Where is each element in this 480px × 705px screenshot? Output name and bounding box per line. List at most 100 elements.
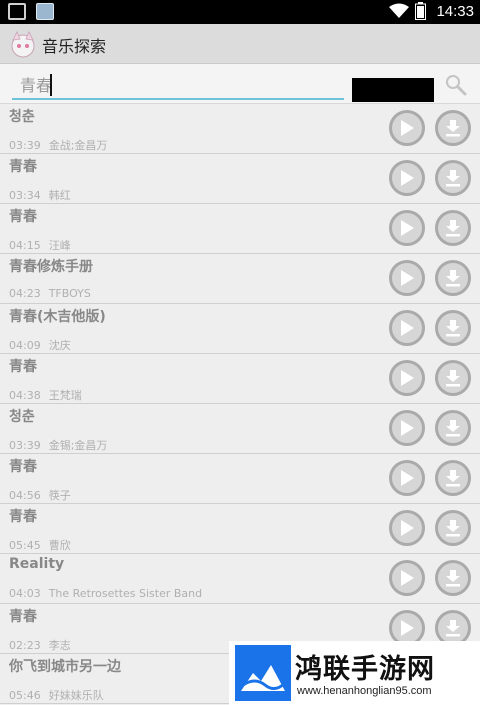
download-button[interactable] — [435, 110, 471, 146]
song-row[interactable]: 青春 05:45 曹欣 — [0, 504, 480, 554]
song-meta: 04:56 筷子 — [9, 487, 71, 503]
song-title: 青春修炼手册 — [9, 259, 93, 275]
song-meta: 03:39 金锡;金昌万 — [9, 437, 107, 453]
song-title: 青春(木吉他版) — [9, 309, 106, 325]
song-duration: 04:38 — [9, 389, 41, 402]
download-icon — [446, 120, 460, 137]
song-row[interactable]: 青春 04:15 汪峰 — [0, 204, 480, 254]
download-icon — [446, 320, 460, 337]
song-duration: 04:09 — [9, 339, 41, 352]
song-row[interactable]: 青春 04:56 筷子 — [0, 454, 480, 504]
song-meta: 02:23 李志 — [9, 637, 71, 653]
download-button[interactable] — [435, 360, 471, 396]
song-duration: 03:39 — [9, 439, 41, 452]
download-icon — [446, 520, 460, 537]
app-logo-icon — [11, 31, 35, 58]
song-artist: 王梵瑞 — [48, 389, 82, 402]
song-title: 青春 — [9, 209, 37, 225]
download-button[interactable] — [435, 260, 471, 296]
play-button[interactable] — [389, 510, 425, 546]
song-title: 青春 — [9, 159, 37, 175]
search-button[interactable] — [352, 78, 434, 102]
song-artist: 金战;金昌万 — [48, 139, 108, 152]
download-icon — [446, 370, 460, 387]
song-meta: 03:34 韩红 — [9, 187, 71, 203]
download-icon — [446, 570, 460, 587]
song-row[interactable]: 青春 04:38 王梵瑞 — [0, 354, 480, 404]
play-button[interactable] — [389, 360, 425, 396]
play-button[interactable] — [389, 110, 425, 146]
play-button[interactable] — [389, 210, 425, 246]
song-title: Reality — [9, 556, 65, 572]
watermark-logo-icon — [235, 645, 291, 701]
action-bar: 音乐探索 — [0, 24, 480, 64]
song-title: 你飞到城市另一边 — [9, 659, 121, 675]
status-time: 14:33 — [436, 2, 474, 20]
song-duration: 04:56 — [9, 489, 41, 502]
song-row[interactable]: 青春 03:34 韩红 — [0, 154, 480, 204]
song-row[interactable]: 청춘 03:39 金锡;金昌万 — [0, 404, 480, 454]
song-meta: 04:03 The Retrosettes Sister Band — [9, 587, 202, 600]
song-title: 青春 — [9, 609, 37, 625]
play-button[interactable] — [389, 160, 425, 196]
wifi-icon — [389, 3, 410, 18]
play-button[interactable] — [389, 560, 425, 596]
image-notification-icon — [8, 3, 26, 20]
watermark-url: www.henanhonglian95.com — [297, 685, 432, 697]
song-title: 청춘 — [9, 109, 35, 125]
play-icon — [401, 470, 414, 486]
song-row[interactable]: 青春(木吉他版) 04:09 沈庆 — [0, 304, 480, 354]
play-button[interactable] — [389, 410, 425, 446]
song-meta: 03:39 金战;金昌万 — [9, 137, 107, 153]
status-bar-indicators: 14:33 — [389, 2, 474, 20]
play-button[interactable] — [389, 310, 425, 346]
song-meta: 04:38 王梵瑞 — [9, 387, 82, 403]
song-row[interactable]: Reality 04:03 The Retrosettes Sister Band — [0, 554, 480, 604]
song-row[interactable]: 青春修炼手册 04:23 TFBOYS — [0, 254, 480, 304]
download-icon — [446, 270, 460, 287]
song-artist: 好妹妹乐队 — [48, 689, 104, 702]
download-button[interactable] — [435, 460, 471, 496]
download-button[interactable] — [435, 410, 471, 446]
song-artist: 李志 — [48, 639, 71, 652]
song-meta: 05:46 好妹妹乐队 — [9, 687, 104, 703]
song-duration: 04:15 — [9, 239, 41, 252]
download-icon — [446, 420, 460, 437]
download-button[interactable] — [435, 210, 471, 246]
app-notification-icon — [36, 3, 54, 20]
play-icon — [401, 220, 414, 236]
song-artist: 金锡;金昌万 — [48, 439, 108, 452]
song-meta: 05:45 曹欣 — [9, 537, 71, 553]
song-duration: 04:03 — [9, 587, 41, 600]
download-button[interactable] — [435, 160, 471, 196]
song-row[interactable]: 청춘 03:39 金战;金昌万 — [0, 104, 480, 154]
download-icon — [446, 220, 460, 237]
download-icon — [446, 620, 460, 637]
song-meta: 04:09 沈庆 — [9, 337, 71, 353]
watermark-name: 鸿联手游网 — [295, 654, 435, 685]
search-icon[interactable] — [444, 73, 468, 97]
play-icon — [401, 520, 414, 536]
play-icon — [401, 370, 414, 386]
song-artist: TFBOYS — [48, 287, 91, 300]
watermark: 鸿联手游网 www.henanhonglian95.com — [229, 641, 480, 705]
download-button[interactable] — [435, 310, 471, 346]
search-input[interactable] — [12, 70, 344, 100]
song-artist: The Retrosettes Sister Band — [48, 587, 203, 600]
song-artist: 曹欣 — [48, 539, 71, 552]
download-button[interactable] — [435, 510, 471, 546]
play-button[interactable] — [389, 260, 425, 296]
play-button[interactable] — [389, 460, 425, 496]
song-meta: 04:15 汪峰 — [9, 237, 71, 253]
download-icon — [446, 470, 460, 487]
play-icon — [401, 270, 414, 286]
song-artist: 沈庆 — [48, 339, 71, 352]
app-title: 音乐探索 — [42, 37, 107, 56]
status-bar: 14:33 — [0, 0, 480, 24]
song-duration: 03:39 — [9, 139, 41, 152]
download-button[interactable] — [435, 560, 471, 596]
song-title: 青春 — [9, 359, 37, 375]
download-icon — [446, 170, 460, 187]
play-icon — [401, 420, 414, 436]
play-icon — [401, 120, 414, 136]
